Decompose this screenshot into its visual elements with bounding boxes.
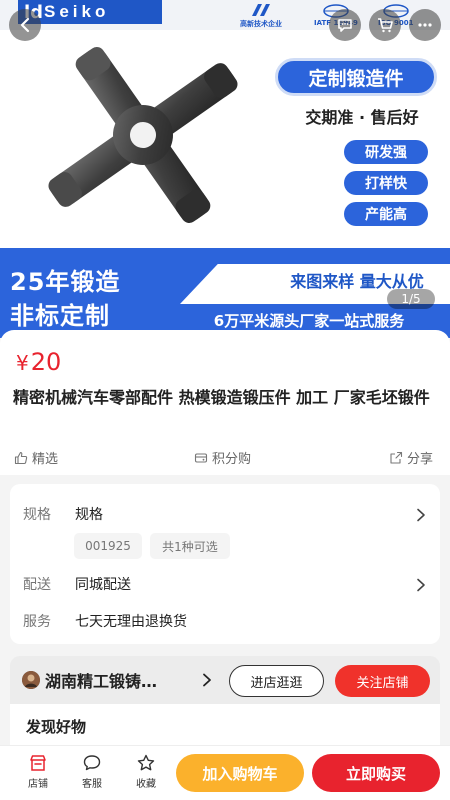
- delivery-label: 配送: [23, 577, 51, 593]
- product-image-carousel[interactable]: ld Seiko 高新技术企业 IATF 16949 ISO 9001: [0, 0, 450, 338]
- back-arrow-icon: [20, 17, 30, 33]
- follow-shop-button[interactable]: 关注店铺: [335, 665, 430, 697]
- product-title: 精密机械汽车零部配件 热模锻造锻压件 加工 厂家毛坯锻件: [13, 388, 430, 407]
- points-purchase-action[interactable]: 积分购: [194, 448, 251, 467]
- service-label: 服务: [23, 614, 51, 630]
- spec-label: 规格: [23, 507, 51, 523]
- cert-text: 高新技术企业: [240, 20, 282, 28]
- chat-button[interactable]: [329, 9, 361, 41]
- price-value: 20: [30, 348, 62, 376]
- share-action[interactable]: 分享: [389, 448, 433, 467]
- chevron-right-icon: [417, 578, 425, 592]
- feature-badge-sample: 打样快: [344, 171, 428, 195]
- service-value: 七天无理由退换货: [75, 614, 187, 630]
- shop-avatar[interactable]: [22, 671, 40, 689]
- chat-bubble-icon: [83, 755, 101, 771]
- chevron-right-icon[interactable]: [202, 673, 212, 687]
- buy-now-button[interactable]: 立即购买: [312, 754, 440, 792]
- delivery-value: 同城配送: [75, 577, 131, 593]
- forged-part-image: [48, 47, 238, 223]
- cert-badge-hightech: 高新技术企业: [240, 2, 282, 29]
- tagline: 交期准 · 售后好: [305, 108, 419, 127]
- tab-favorite-label: 收藏: [136, 779, 156, 790]
- brand-name: Seiko: [44, 2, 110, 21]
- featured-label: 精选: [32, 452, 59, 467]
- more-button[interactable]: [409, 9, 441, 41]
- product-actions: 精选 积分购 分享: [0, 448, 450, 467]
- cert-logo-icon: [252, 4, 270, 16]
- discover-title: 发现好物: [26, 718, 87, 736]
- share-label: 分享: [407, 452, 434, 467]
- tab-favorite[interactable]: 收藏: [126, 753, 166, 790]
- spec-chip[interactable]: 001925: [74, 533, 142, 559]
- factory-slogan: 6万平米源头厂家一站式服务: [213, 312, 405, 330]
- chat-icon: [338, 19, 352, 32]
- add-to-cart-button[interactable]: 加入购物车: [176, 754, 304, 792]
- feature-badge-capacity: 产能高: [344, 202, 428, 226]
- tab-store-label: 店铺: [28, 779, 48, 790]
- shop-avatar-image: [22, 671, 40, 689]
- cart-icon: [378, 18, 393, 33]
- spec-count-chip[interactable]: 共1种可选: [150, 533, 230, 559]
- product-price: ¥20: [16, 348, 61, 376]
- tab-customer-service-label: 客服: [82, 779, 102, 790]
- tab-store[interactable]: 店铺: [18, 753, 58, 790]
- share-icon: [390, 451, 403, 464]
- store-icon: [30, 755, 46, 771]
- custom-forging-badge: 定制锻造件: [275, 58, 437, 96]
- back-button[interactable]: [9, 9, 41, 41]
- star-icon: [137, 754, 155, 771]
- points-purchase-label: 积分购: [212, 452, 252, 467]
- shop-name[interactable]: 湖南精工锻铸…: [45, 668, 157, 692]
- image-counter: 1/5: [387, 289, 435, 309]
- shop-bar: 湖南精工锻铸… 进店逛逛 关注店铺: [10, 656, 440, 704]
- spec-value: 规格: [75, 507, 103, 523]
- custom-headline: 非标定制: [10, 302, 110, 330]
- more-icon: [418, 23, 432, 27]
- featured-action[interactable]: 精选: [14, 448, 58, 467]
- tab-customer-service[interactable]: 客服: [72, 753, 112, 790]
- visit-shop-button[interactable]: 进店逛逛: [229, 665, 324, 697]
- chevron-right-icon: [417, 508, 425, 522]
- feature-badge-rd: 研发强: [344, 140, 428, 164]
- points-icon: [194, 452, 208, 463]
- bottom-action-bar: 店铺 客服 收藏 加入购物车 立即购买: [0, 745, 450, 800]
- currency-symbol: ¥: [16, 351, 29, 375]
- years-headline: 25年锻造: [10, 268, 121, 296]
- product-info-card: ¥20 精密机械汽车零部配件 热模锻造锻压件 加工 厂家毛坯锻件 精选 积分购 …: [0, 330, 450, 475]
- spec-card: 规格 规格 001925 共1种可选 配送 同城配送 服务 七天无理由退换货: [10, 484, 440, 644]
- cart-button[interactable]: [369, 9, 401, 41]
- thumbs-up-icon: [14, 451, 28, 464]
